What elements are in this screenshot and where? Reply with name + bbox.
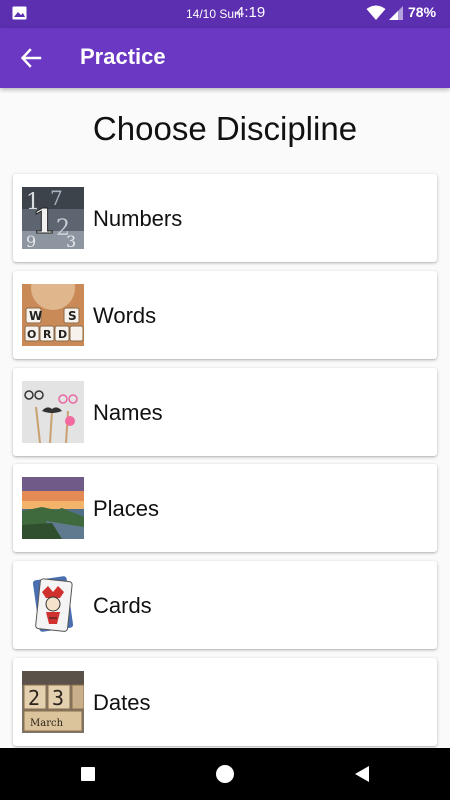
triangle-back-icon [355, 766, 369, 782]
back-button[interactable] [14, 41, 48, 75]
dates-thumbnail: 2 3 March [22, 670, 84, 733]
places-thumbnail [22, 477, 84, 540]
discipline-label: Numbers [93, 206, 183, 231]
app-bar-title: Practice [80, 44, 166, 69]
date-tile: 3 [52, 686, 64, 710]
page-title: Choose Discipline [92, 110, 358, 147]
nav-back-button[interactable] [346, 758, 378, 790]
content-area[interactable]: Choose Discipline 1 7 1 2 9 3 Numbers W … [0, 88, 450, 748]
discipline-card-dates[interactable]: 2 3 March Dates [13, 657, 437, 746]
svg-text:9: 9 [26, 232, 36, 249]
status-time: 4:19 [236, 4, 266, 21]
arrow-left-icon [20, 48, 42, 68]
date-month: March [30, 718, 64, 729]
discipline-label: Names [93, 399, 163, 425]
circle-icon [216, 765, 234, 783]
discipline-card-words[interactable]: W S O R D Words [13, 270, 437, 359]
word-tile: R [43, 328, 52, 341]
discipline-list: 1 7 1 2 9 3 Numbers W S O R D Words Name… [13, 174, 437, 748]
cards-thumbnail [22, 574, 84, 637]
word-tile: S [68, 309, 77, 323]
svg-text:3: 3 [66, 232, 76, 249]
discipline-label: Dates [93, 689, 151, 715]
discipline-card-names[interactable]: Names [13, 367, 437, 456]
square-icon [81, 767, 95, 781]
discipline-label: Cards [93, 593, 152, 619]
recents-button[interactable] [72, 758, 104, 790]
wifi-icon [366, 5, 386, 20]
names-thumbnail [22, 380, 84, 443]
discipline-card-cards[interactable]: Cards [13, 561, 437, 650]
status-bar: 14/10 Sun 4:19 78% [0, 0, 450, 28]
app-bar: Practice [0, 28, 450, 88]
discipline-card-numbers[interactable]: 1 7 1 2 9 3 Numbers [13, 174, 437, 262]
word-tile: W [29, 309, 42, 323]
image-notification-icon [12, 6, 27, 20]
words-thumbnail: W S O R D [22, 283, 84, 346]
discipline-label: Words [93, 302, 157, 328]
battery-level: 78% [408, 4, 437, 20]
date-tile: 2 [28, 686, 40, 710]
word-tile: O [27, 328, 36, 341]
signal-icon [389, 6, 403, 20]
system-nav-bar [0, 748, 450, 800]
discipline-label: Places [93, 496, 160, 522]
word-tile: D [58, 328, 67, 341]
status-date: 14/10 Sun [186, 7, 241, 21]
home-button[interactable] [209, 758, 241, 790]
numbers-thumbnail: 1 7 1 2 9 3 [22, 187, 84, 249]
discipline-card-places[interactable]: Places [13, 464, 437, 553]
